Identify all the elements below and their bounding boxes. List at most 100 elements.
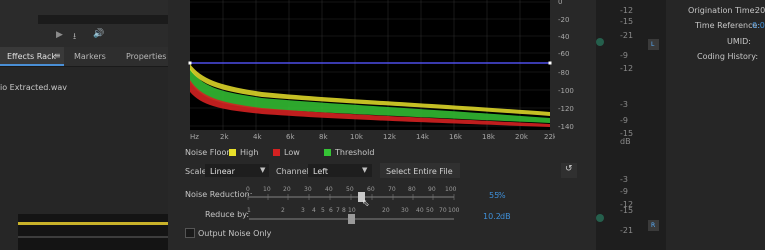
x-tick: 8k [319, 133, 328, 141]
x-tick: 6k [286, 133, 295, 141]
time-reference-label: Time Reference: [695, 21, 761, 30]
noise-profile-graph: Hz 2k 4k 6k 8k 10k 12k 14k 16k 18k 20k 2… [188, 0, 555, 141]
time-display-bar [38, 15, 168, 24]
tick-label: 20 [283, 186, 291, 193]
graph-y-axis: 0 -20 -40 -60 -80 -100 -120 -140 [558, 0, 574, 131]
tick-label: 1 [247, 207, 251, 214]
legend-threshold: Threshold [335, 148, 375, 157]
tick-label: 70 [388, 186, 396, 193]
y-tick: 0 [558, 0, 562, 6]
channel-value: Left [313, 167, 329, 176]
tick-label: 8 [342, 207, 346, 214]
tick-label: 30 [401, 207, 409, 214]
tick-label: 80 [408, 186, 416, 193]
y-tick: -100 [558, 87, 574, 95]
reduce-by-unit: dB [500, 212, 511, 221]
x-tick: 20k [515, 133, 529, 141]
legend-high: High [240, 148, 259, 157]
left-channel-label: L [651, 41, 655, 48]
tick-label: 40 [325, 186, 333, 193]
tick-label: 7 [336, 207, 340, 214]
select-entire-file-label: Select Entire File [386, 167, 453, 176]
tick-label: 4 [312, 207, 316, 214]
tick-label: 10 [348, 207, 356, 214]
chevron-down-icon[interactable]: ▼ [260, 166, 265, 174]
tick-label: 60 [367, 186, 375, 193]
meter-tick: -15 [620, 17, 634, 26]
right-channel-label: R [651, 222, 656, 229]
tick-label: 50 [426, 207, 434, 214]
meter-blip [596, 38, 604, 46]
tick-label: 0 [246, 186, 250, 193]
meter-tick: -21 [620, 226, 634, 235]
meter-blip [596, 214, 604, 222]
x-tick: 18k [482, 133, 496, 141]
legend-low-swatch [273, 149, 280, 156]
chevron-down-icon[interactable]: ▼ [362, 166, 367, 174]
threshold-handle-right [548, 61, 552, 65]
time-reference-value[interactable]: 0:00 [752, 21, 765, 30]
x-tick: 16k [449, 133, 463, 141]
meter-bar-grey [18, 236, 168, 238]
tick-label: 90 [428, 186, 436, 193]
tick-label: 2 [281, 207, 285, 214]
meter-tick: -3 [620, 175, 628, 184]
channel-label: Channel: [276, 167, 312, 176]
meter-tick: -3 [620, 100, 628, 109]
x-tick: 4k [253, 133, 262, 141]
output-noise-label: Output Noise Only [198, 229, 272, 238]
tick-label: 100 [445, 186, 457, 193]
x-tick: 22k [544, 133, 555, 141]
y-tick: -60 [558, 50, 569, 58]
tick-label: 30 [304, 186, 312, 193]
y-tick: -80 [558, 69, 569, 77]
x-tick: 12k [383, 133, 397, 141]
tick-label: 6 [329, 207, 333, 214]
tick-label: 10 [263, 186, 271, 193]
y-tick: -120 [558, 105, 574, 113]
threshold-handle-left [188, 61, 192, 65]
meter-tick: -9 [620, 116, 628, 125]
tick-label: 50 [346, 186, 354, 193]
meter-bar-yellow [18, 222, 168, 225]
reduce-by-value[interactable]: 10.2 [483, 212, 501, 221]
y-tick: -40 [558, 33, 569, 41]
meter-tick: -21 [620, 31, 634, 40]
legend-threshold-swatch [324, 149, 331, 156]
tick-label: 3 [301, 207, 305, 214]
origination-time-value[interactable]: 20: [755, 6, 765, 15]
reduce-by-label: Reduce by: [205, 210, 250, 219]
level-meter [18, 214, 168, 250]
meter-tick: dB [620, 137, 631, 146]
noise-floor-label: Noise Floor: [185, 148, 233, 157]
noise-reduction-slider[interactable]: 0 10 20 30 40 50 60 70 80 90 100 [244, 184, 459, 204]
tick-label: 40 [416, 207, 424, 214]
meter-tick: -12 [620, 6, 634, 15]
meter-tick: -15 [620, 206, 634, 215]
menu-icon[interactable]: ≡ [54, 51, 61, 60]
tick-label: 100 [448, 207, 459, 214]
reduce-by-slider[interactable]: 1 2 3 4 5 6 7 8 10 20 30 40 50 70 100 [244, 205, 459, 225]
slider-thumb [348, 214, 355, 224]
noise-reduction-unit: % [498, 191, 506, 200]
tick-label: 20 [382, 207, 390, 214]
origination-time-label: Origination Time: [688, 6, 758, 15]
tab-markers[interactable]: Markers [74, 52, 106, 61]
meter-tick: -9 [620, 187, 628, 196]
output-noise-checkbox[interactable] [185, 228, 195, 238]
tab-effects-rack[interactable]: Effects Rack [7, 52, 56, 61]
file-name: io Extracted.wav [0, 83, 68, 92]
umid-label: UMID: [727, 37, 751, 46]
y-tick: -140 [558, 123, 574, 131]
coding-history-label: Coding History: [697, 52, 759, 61]
tick-label: 5 [321, 207, 325, 214]
speaker-icon[interactable]: 🔊 [93, 29, 104, 39]
tick-label: 70 [439, 207, 447, 214]
x-tick: 2k [220, 133, 229, 141]
export-icon[interactable]: ⭳ [73, 29, 76, 45]
tab-properties[interactable]: Properties [126, 52, 166, 61]
scale-value: Linear [210, 167, 235, 176]
y-tick: -20 [558, 16, 569, 24]
play-icon[interactable]: ▶ [56, 30, 63, 40]
x-tick: Hz [190, 133, 199, 141]
